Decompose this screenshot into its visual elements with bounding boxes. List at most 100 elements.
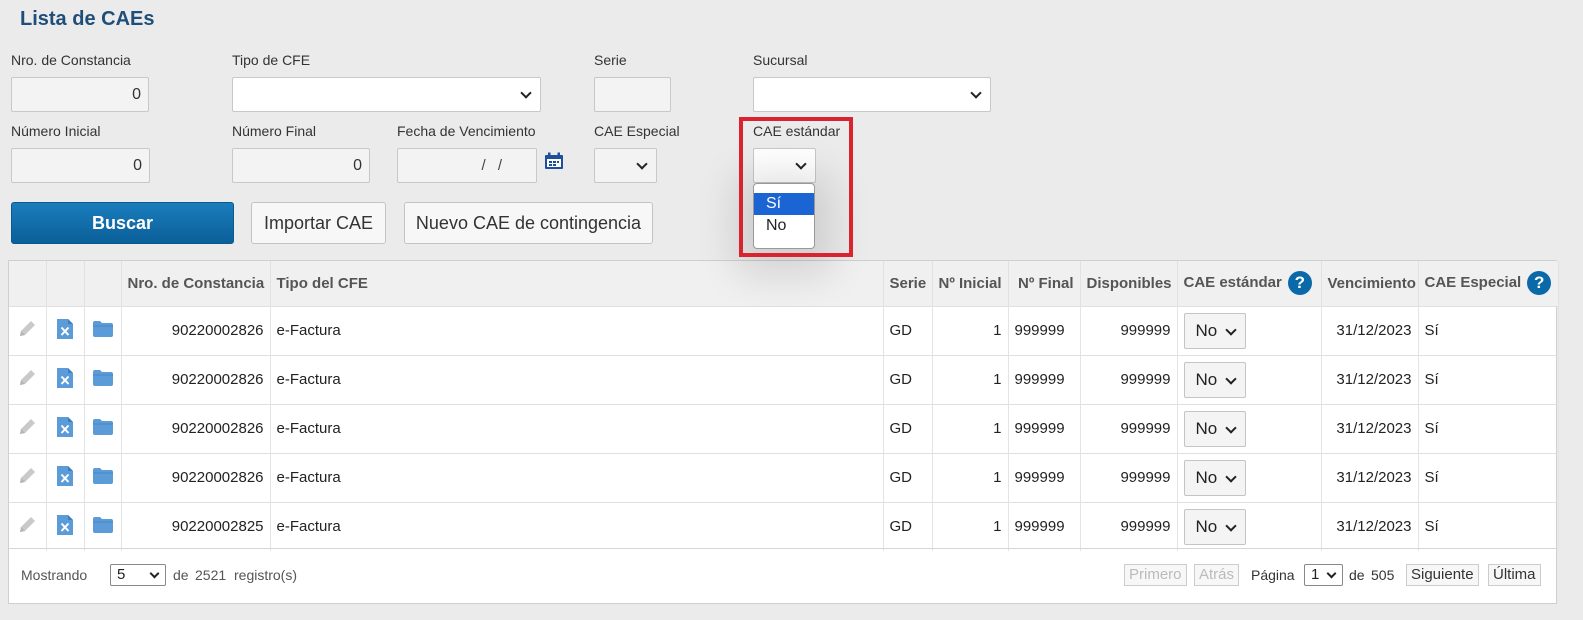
sucursal-select[interactable] bbox=[753, 77, 991, 112]
cell-n-final: 999999 bbox=[1008, 501, 1081, 551]
calendar-icon[interactable] bbox=[544, 152, 564, 170]
first-page-button[interactable]: Primero bbox=[1124, 564, 1187, 586]
delete-file-icon[interactable] bbox=[56, 514, 74, 540]
table-row: 90220002826 e-Factura GD 1 999999 999999 No 31/… bbox=[9, 452, 1559, 502]
cae-estandar-row-select[interactable]: No bbox=[1183, 459, 1246, 496]
delete-file-icon[interactable] bbox=[56, 318, 74, 344]
cell-n-final: 999999 bbox=[1008, 305, 1081, 355]
numero-final-input[interactable]: 0 bbox=[232, 148, 370, 183]
header-vencimiento[interactable]: Vencimiento bbox=[1321, 261, 1419, 306]
edit-icon[interactable] bbox=[16, 418, 38, 442]
page-size-select[interactable]: 5 bbox=[110, 564, 166, 586]
prev-page-button[interactable]: Atrás bbox=[1194, 564, 1240, 586]
cell-vencimiento: 31/12/2023 bbox=[1321, 403, 1419, 453]
dropdown-option-no[interactable]: No bbox=[754, 215, 814, 237]
cell-cae-especial: Sí bbox=[1418, 305, 1559, 355]
next-page-button[interactable]: Siguiente bbox=[1406, 564, 1479, 586]
cae-table-container: Nro. de Constancia Tipo del CFE Serie Nº… bbox=[8, 260, 1559, 604]
fecha-vencimiento-label: Fecha de Vencimiento bbox=[397, 123, 536, 139]
fecha-vencimiento-input[interactable]: / / bbox=[397, 148, 537, 183]
cell-disponibles: 999999 bbox=[1080, 452, 1178, 502]
cae-estandar-row-select[interactable]: No bbox=[1183, 312, 1246, 349]
serie-input[interactable] bbox=[594, 77, 671, 112]
cell-vencimiento: 31/12/2023 bbox=[1321, 354, 1419, 404]
cell-n-final: 999999 bbox=[1008, 403, 1081, 453]
folder-icon[interactable] bbox=[92, 320, 114, 342]
cell-nro-constancia: 90220002826 bbox=[121, 452, 271, 502]
cell-tipo-cfe: e-Factura bbox=[270, 354, 884, 404]
page-label: Página bbox=[1251, 567, 1295, 583]
cae-especial-select[interactable] bbox=[594, 148, 657, 183]
nro-constancia-input[interactable]: 0 bbox=[11, 77, 149, 112]
folder-icon[interactable] bbox=[92, 369, 114, 391]
cell-n-final: 999999 bbox=[1008, 452, 1081, 502]
cae-estandar-select[interactable] bbox=[753, 148, 816, 183]
pagination-footer: Mostrando 5 de 2521 registro(s) Primero … bbox=[9, 548, 1556, 603]
cae-table: Nro. de Constancia Tipo del CFE Serie Nº… bbox=[9, 261, 1559, 551]
folder-icon[interactable] bbox=[92, 516, 114, 538]
header-edit bbox=[9, 261, 47, 306]
cell-serie: GD bbox=[883, 403, 933, 453]
header-n-final[interactable]: Nº Final bbox=[1008, 261, 1081, 306]
header-cae-especial-label[interactable]: CAE Especial bbox=[1425, 274, 1522, 291]
numero-inicial-label: Número Inicial bbox=[11, 123, 101, 139]
tipo-cfe-select[interactable] bbox=[232, 77, 541, 112]
cell-disponibles: 999999 bbox=[1080, 354, 1178, 404]
table-header-row: Nro. de Constancia Tipo del CFE Serie Nº… bbox=[9, 261, 1559, 306]
search-button[interactable]: Buscar bbox=[11, 202, 234, 244]
cell-n-inicial: 1 bbox=[932, 452, 1009, 502]
header-tipo-cfe[interactable]: Tipo del CFE bbox=[270, 261, 884, 306]
cell-n-inicial: 1 bbox=[932, 305, 1009, 355]
table-row: 90220002825 e-Factura GD 1 999999 999999 No 31/… bbox=[9, 501, 1559, 551]
cell-cae-especial: Sí bbox=[1418, 452, 1559, 502]
edit-icon[interactable] bbox=[16, 320, 38, 344]
cell-tipo-cfe: e-Factura bbox=[270, 305, 884, 355]
header-serie[interactable]: Serie bbox=[883, 261, 933, 306]
header-n-inicial[interactable]: Nº Inicial bbox=[932, 261, 1009, 306]
showing-label: Mostrando bbox=[21, 567, 88, 583]
cell-n-final: 999999 bbox=[1008, 354, 1081, 404]
folder-icon[interactable] bbox=[92, 467, 114, 489]
last-page-button[interactable]: Última bbox=[1488, 564, 1541, 586]
help-icon[interactable]: ? bbox=[1527, 271, 1552, 296]
cae-estandar-label: CAE estándar bbox=[753, 123, 841, 139]
cell-serie: GD bbox=[883, 452, 933, 502]
header-cae-estandar-label[interactable]: CAE estándar bbox=[1184, 274, 1282, 291]
cae-estandar-row-select[interactable]: No bbox=[1183, 410, 1246, 447]
dropdown-option-si[interactable]: Sí bbox=[754, 193, 814, 215]
serie-label: Serie bbox=[594, 52, 627, 68]
delete-file-icon[interactable] bbox=[56, 416, 74, 442]
delete-file-icon[interactable] bbox=[56, 465, 74, 491]
cae-estandar-row-select[interactable]: No bbox=[1183, 508, 1246, 545]
cae-estandar-dropdown: Sí No bbox=[753, 183, 815, 249]
header-folder bbox=[84, 261, 122, 306]
cell-tipo-cfe: e-Factura bbox=[270, 452, 884, 502]
header-nro-constancia[interactable]: Nro. de Constancia bbox=[121, 261, 271, 306]
header-cae-estandar: CAE estándar? bbox=[1177, 261, 1322, 306]
cell-serie: GD bbox=[883, 354, 933, 404]
help-icon[interactable]: ? bbox=[1287, 271, 1312, 296]
cell-disponibles: 999999 bbox=[1080, 305, 1178, 355]
edit-icon[interactable] bbox=[16, 516, 38, 540]
cell-n-inicial: 1 bbox=[932, 354, 1009, 404]
date-placeholder: / / bbox=[481, 157, 506, 174]
edit-icon[interactable] bbox=[16, 467, 38, 491]
page-number-select[interactable]: 1 bbox=[1304, 564, 1343, 586]
tipo-cfe-label: Tipo de CFE bbox=[232, 52, 311, 68]
folder-icon[interactable] bbox=[92, 418, 114, 440]
cell-tipo-cfe: e-Factura bbox=[270, 403, 884, 453]
cell-serie: GD bbox=[883, 305, 933, 355]
cae-estandar-row-select[interactable]: No bbox=[1183, 361, 1246, 398]
cell-cae-especial: Sí bbox=[1418, 354, 1559, 404]
header-disponibles[interactable]: Disponibles bbox=[1080, 261, 1178, 306]
cell-disponibles: 999999 bbox=[1080, 403, 1178, 453]
cell-nro-constancia: 90220002826 bbox=[121, 403, 271, 453]
cell-cae-especial: Sí bbox=[1418, 501, 1559, 551]
edit-icon[interactable] bbox=[16, 369, 38, 393]
numero-inicial-input[interactable]: 0 bbox=[11, 148, 150, 183]
cell-vencimiento: 31/12/2023 bbox=[1321, 452, 1419, 502]
import-cae-button[interactable]: Importar CAE bbox=[251, 202, 386, 244]
new-contingency-cae-button[interactable]: Nuevo CAE de contingencia bbox=[404, 202, 653, 244]
delete-file-icon[interactable] bbox=[56, 367, 74, 393]
numero-final-label: Número Final bbox=[232, 123, 317, 139]
